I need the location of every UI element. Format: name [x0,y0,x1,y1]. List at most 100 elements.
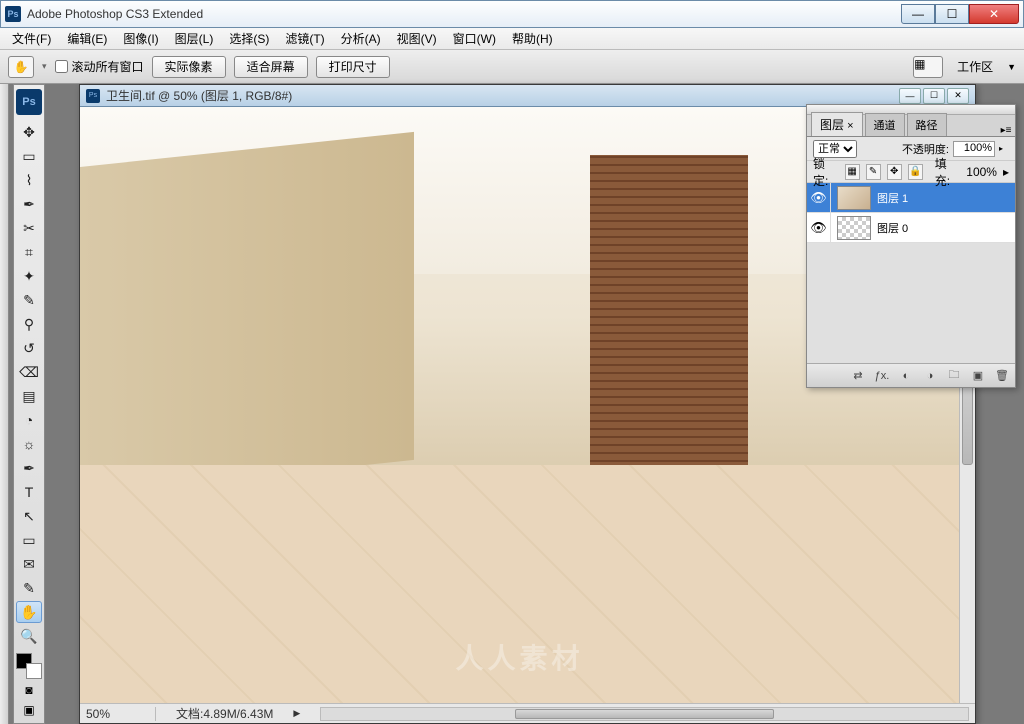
panel-tabs: 图层 × 通道 路径 ▸≡ [807,115,1015,137]
menu-select[interactable]: 选择(S) [221,28,277,49]
tab-layers[interactable]: 图层 × [811,112,863,136]
doc-minimize-button[interactable]: — [899,88,921,104]
doc-close-button[interactable]: ✕ [947,88,969,104]
horizontal-scrollbar[interactable] [320,707,969,721]
toolbox: Ps ✥ ▭ ⌇ ✒ ✂ ⌗ ✦ ✎ ⚲ ↺ ⌫ ▤ ◔ ☼ ✒ T ↖ ▭ ✉… [13,84,45,724]
fill-input[interactable]: 100% [966,165,997,179]
background-color[interactable] [26,663,42,679]
layer-style-icon[interactable]: ƒx. [873,368,891,384]
go-to-bridge-button[interactable]: ▦ [913,56,943,78]
close-button[interactable]: ✕ [969,4,1019,24]
layer-list: 👁 图层 1 👁 图层 0 [807,183,1015,363]
new-layer-icon[interactable]: ▣ [969,368,987,384]
stamp-tool[interactable]: ⚲ [16,313,42,335]
lock-position-icon[interactable]: ✥ [887,164,902,180]
link-layers-icon[interactable]: ⇄ [849,368,867,384]
layers-panel: 图层 × 通道 路径 ▸≡ 正常 不透明度: 100% ▸ 锁定: ▦ ✎ ✥ … [806,104,1016,388]
layer-name[interactable]: 图层 1 [877,190,908,206]
scroll-all-windows-label: 滚动所有窗口 [72,58,144,75]
eyedropper-tool[interactable]: ✎ [16,577,42,599]
window-title: Adobe Photoshop CS3 Extended [27,7,901,21]
options-bar: ✋ ▾ 滚动所有窗口 实际像素 适合屏幕 打印尺寸 ▦ 工作区 ▼ [0,50,1024,84]
blur-tool[interactable]: ◔ [16,409,42,431]
visibility-toggle-icon[interactable]: 👁 [807,183,831,212]
menu-file[interactable]: 文件(F) [4,28,59,49]
menu-view[interactable]: 视图(V) [389,28,445,49]
workspace-label[interactable]: 工作区 [951,58,999,75]
layer-group-icon[interactable]: 🗀 [945,368,963,384]
scroll-all-windows-checkbox[interactable]: 滚动所有窗口 [55,58,144,75]
path-select-tool[interactable]: ↖ [16,505,42,527]
zoom-tool[interactable]: 🔍 [16,625,42,647]
shape-tool[interactable]: ▭ [16,529,42,551]
layers-panel-footer: ⇄ ƒx. ◐ ◑ 🗀 ▣ 🗑 [807,363,1015,387]
layer-list-empty-area[interactable] [807,243,1015,363]
menu-help[interactable]: 帮助(H) [504,28,561,49]
layer-item[interactable]: 👁 图层 0 [807,213,1015,243]
zoom-level[interactable]: 50% [86,707,156,721]
menu-bar: 文件(F) 编辑(E) 图像(I) 图层(L) 选择(S) 滤镜(T) 分析(A… [0,28,1024,50]
horizontal-scroll-thumb[interactable] [515,709,774,719]
window-titlebar: Ps Adobe Photoshop CS3 Extended — ☐ ✕ [0,0,1024,28]
layer-name[interactable]: 图层 0 [877,220,908,236]
document-statusbar: 50% 文档:4.89M/6.43M ▶ [80,703,975,723]
notes-tool[interactable]: ✉ [16,553,42,575]
panel-menu-icon[interactable]: ▸≡ [997,125,1015,136]
fill-label: 填充: [935,155,961,189]
adjustment-layer-icon[interactable]: ◑ [921,368,939,384]
lock-all-icon[interactable]: 🔒 [908,164,923,180]
opacity-spinner-icon[interactable]: ▸ [999,144,1009,153]
menu-layer[interactable]: 图层(L) [167,28,222,49]
brush-tool[interactable]: ✎ [16,289,42,311]
layer-thumbnail[interactable] [837,186,871,210]
lasso-tool[interactable]: ⌇ [16,169,42,191]
fit-screen-button[interactable]: 适合屏幕 [234,56,308,78]
history-brush-tool[interactable]: ↺ [16,337,42,359]
scroll-all-windows-input[interactable] [55,60,68,73]
layer-thumbnail[interactable] [837,216,871,240]
slice-tool[interactable]: ⌗ [16,241,42,263]
marquee-tool[interactable]: ▭ [16,145,42,167]
ps-logo-icon[interactable]: Ps [16,89,42,115]
tab-channels[interactable]: 通道 [865,113,905,136]
delete-layer-icon[interactable]: 🗑 [993,368,1011,384]
quick-select-tool[interactable]: ✒ [16,193,42,215]
tab-paths[interactable]: 路径 [907,113,947,136]
print-size-button[interactable]: 打印尺寸 [316,56,390,78]
workspace-dropdown-icon[interactable]: ▼ [1007,62,1016,72]
menu-edit[interactable]: 编辑(E) [59,28,115,49]
app-icon: Ps [5,6,21,22]
gradient-tool[interactable]: ▤ [16,385,42,407]
quick-mask-toggle[interactable]: ◙ [16,681,42,699]
minimize-button[interactable]: — [901,4,935,24]
toolbox-dock-strip[interactable] [0,84,9,724]
layer-mask-icon[interactable]: ◐ [897,368,915,384]
visibility-toggle-icon[interactable]: 👁 [807,213,831,242]
menu-analysis[interactable]: 分析(A) [333,28,389,49]
dodge-tool[interactable]: ☼ [16,433,42,455]
menu-window[interactable]: 窗口(W) [445,28,504,49]
window-controls: — ☐ ✕ [901,4,1019,24]
document-title: 卫生间.tif @ 50% (图层 1, RGB/8#) [106,87,899,104]
type-tool[interactable]: T [16,481,42,503]
document-icon: Ps [86,89,100,103]
lock-transparency-icon[interactable]: ▦ [845,164,860,180]
document-info[interactable]: 文档:4.89M/6.43M [176,705,273,722]
doc-maximize-button[interactable]: ☐ [923,88,945,104]
menu-filter[interactable]: 滤镜(T) [277,28,332,49]
healing-brush-tool[interactable]: ✦ [16,265,42,287]
hand-tool-icon[interactable]: ✋ [8,56,34,78]
layer-item[interactable]: 👁 图层 1 [807,183,1015,213]
move-tool[interactable]: ✥ [16,121,42,143]
actual-pixels-button[interactable]: 实际像素 [152,56,226,78]
fill-spinner-icon[interactable]: ▸ [1003,165,1009,179]
hand-tool[interactable]: ✋ [16,601,42,623]
pen-tool[interactable]: ✒ [16,457,42,479]
eraser-tool[interactable]: ⌫ [16,361,42,383]
crop-tool[interactable]: ✂ [16,217,42,239]
maximize-button[interactable]: ☐ [935,4,969,24]
lock-pixels-icon[interactable]: ✎ [866,164,881,180]
color-swatches[interactable] [16,653,42,679]
menu-image[interactable]: 图像(I) [115,28,166,49]
screen-mode-toggle[interactable]: ▣ [16,701,42,719]
